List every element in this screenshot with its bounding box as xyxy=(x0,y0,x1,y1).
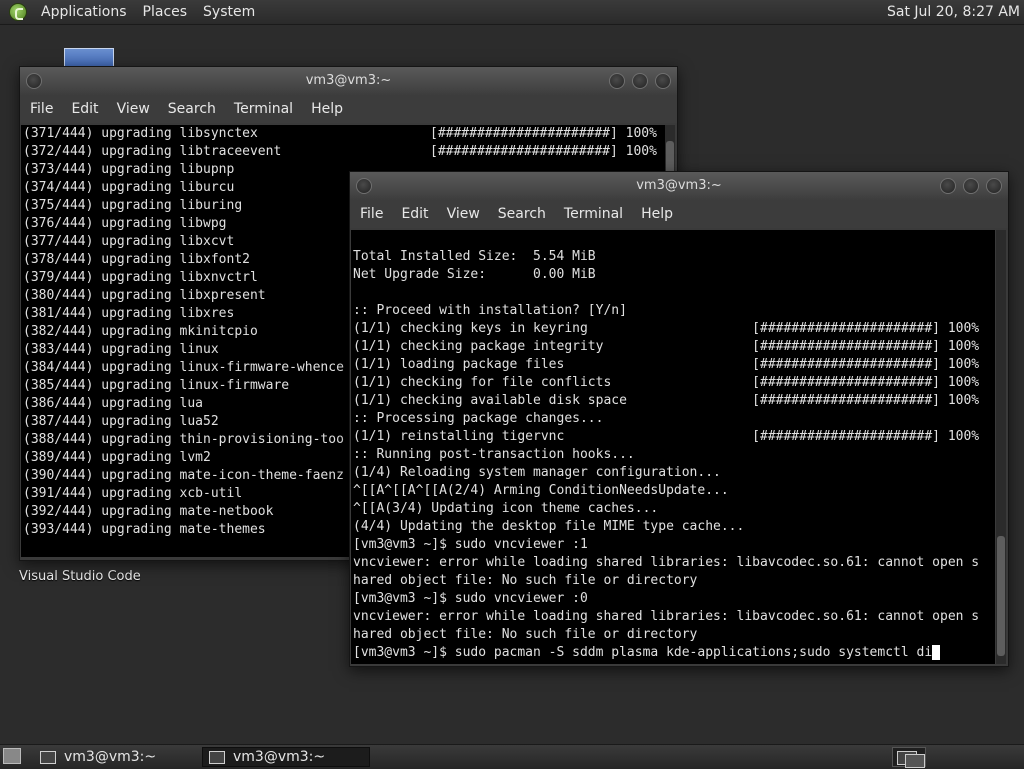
menu-places[interactable]: Places xyxy=(135,4,196,20)
minimize-icon[interactable] xyxy=(940,178,956,194)
window-menu-icon[interactable] xyxy=(356,178,372,194)
terminal-line: vncviewer: error while loading shared li… xyxy=(353,555,980,570)
terminal-line: (1/1) checking available disk space [###… xyxy=(353,393,980,408)
terminal-line: vncviewer: error while loading shared li… xyxy=(353,609,980,624)
terminal-line: hared object file: No such file or direc… xyxy=(353,627,698,642)
menu-file[interactable]: File xyxy=(351,206,392,222)
show-desktop-icon[interactable] xyxy=(3,748,21,764)
terminal-line: ^[[A(3/4) Updating icon theme caches... xyxy=(353,501,659,516)
terminal-line: (1/1) loading package files [###########… xyxy=(353,357,980,372)
workspace-window-icon xyxy=(905,754,925,768)
top-panel: Applications Places System Sat Jul 20, 8… xyxy=(0,0,1024,25)
window-titlebar[interactable]: vm3@vm3:~ xyxy=(20,67,677,95)
menu-edit[interactable]: Edit xyxy=(392,206,437,222)
terminal-icon xyxy=(209,750,225,764)
window-menu-icon[interactable] xyxy=(26,73,42,89)
bottom-taskbar: vm3@vm3:~ vm3@vm3:~ xyxy=(0,744,1024,769)
terminal-line: (372/444) upgrading libtraceevent [#####… xyxy=(23,144,657,159)
terminal-line: :: Running post-transaction hooks... xyxy=(353,447,635,462)
menu-search[interactable]: Search xyxy=(159,101,225,117)
window-titlebar[interactable]: vm3@vm3:~ xyxy=(350,172,1008,200)
clock[interactable]: Sat Jul 20, 8:27 AM xyxy=(887,4,1020,20)
task-label: vm3@vm3:~ xyxy=(233,749,326,765)
terminal-line: (1/1) checking for file conflicts [#####… xyxy=(353,375,980,390)
close-icon[interactable] xyxy=(986,178,1002,194)
terminal-line: ^[[A^[[A^[[A(2/4) Arming ConditionNeedsU… xyxy=(353,483,729,498)
terminal-line: :: Proceed with installation? [Y/n] xyxy=(353,303,627,318)
terminal-line: Total Installed Size: 5.54 MiB xyxy=(353,249,596,264)
menubar: File Edit View Search Terminal Help xyxy=(20,95,677,123)
scrollbar[interactable] xyxy=(996,230,1006,664)
terminal-line: (1/1) checking package integrity [######… xyxy=(353,339,980,354)
task-button-2[interactable]: vm3@vm3:~ xyxy=(202,747,370,767)
minimize-icon[interactable] xyxy=(609,73,625,89)
menu-help[interactable]: Help xyxy=(632,206,682,222)
maximize-icon[interactable] xyxy=(963,178,979,194)
terminal-window-front[interactable]: vm3@vm3:~ File Edit View Search Terminal… xyxy=(349,171,1009,667)
desktop-icon-label[interactable]: Visual Studio Code xyxy=(19,569,141,584)
terminal-line: :: Processing package changes... xyxy=(353,411,604,426)
window-title: vm3@vm3:~ xyxy=(636,178,722,193)
menu-edit[interactable]: Edit xyxy=(62,101,107,117)
terminal-line: Net Upgrade Size: 0.00 MiB xyxy=(353,267,596,282)
terminal-line: (1/4) Reloading system manager configura… xyxy=(353,465,721,480)
terminal-line: [vm3@vm3 ~]$ sudo vncviewer :0 xyxy=(353,591,588,606)
terminal-line: (4/4) Updating the desktop file MIME typ… xyxy=(353,519,745,534)
menu-terminal[interactable]: Terminal xyxy=(225,101,302,117)
workspace-switcher[interactable] xyxy=(892,747,926,768)
prompt-line[interactable]: [vm3@vm3 ~]$ sudo pacman -S sddm plasma … xyxy=(353,644,995,662)
scrollbar-thumb[interactable] xyxy=(997,536,1005,656)
terminal-line: [vm3@vm3 ~]$ sudo vncviewer :1 xyxy=(353,537,588,552)
terminal-output[interactable]: Total Installed Size: 5.54 MiB Net Upgrad… xyxy=(351,230,995,664)
menu-terminal[interactable]: Terminal xyxy=(555,206,632,222)
terminal-line: (371/444) upgrading libsynctex [########… xyxy=(23,126,657,141)
menu-help[interactable]: Help xyxy=(302,101,352,117)
menu-search[interactable]: Search xyxy=(489,206,555,222)
task-button-1[interactable]: vm3@vm3:~ xyxy=(34,747,198,767)
menubar: File Edit View Search Terminal Help xyxy=(350,200,1008,228)
terminal-line: hared object file: No such file or direc… xyxy=(353,573,698,588)
mate-logo-icon[interactable] xyxy=(9,3,27,21)
menu-view[interactable]: View xyxy=(438,206,489,222)
terminal-line: (1/1) reinstalling tigervnc [###########… xyxy=(353,429,980,444)
terminal-icon xyxy=(40,750,56,764)
terminal-line: (1/1) checking keys in keyring [########… xyxy=(353,321,980,336)
close-icon[interactable] xyxy=(655,73,671,89)
window-title: vm3@vm3:~ xyxy=(305,73,392,88)
menu-file[interactable]: File xyxy=(21,101,62,117)
menu-view[interactable]: View xyxy=(108,101,159,117)
task-label: vm3@vm3:~ xyxy=(64,749,157,765)
prompt-text: [vm3@vm3 ~]$ sudo pacman -S sddm plasma … xyxy=(353,645,933,660)
maximize-icon[interactable] xyxy=(632,73,648,89)
menu-system[interactable]: System xyxy=(195,4,263,20)
text-cursor xyxy=(932,645,941,660)
menu-applications[interactable]: Applications xyxy=(33,4,135,20)
